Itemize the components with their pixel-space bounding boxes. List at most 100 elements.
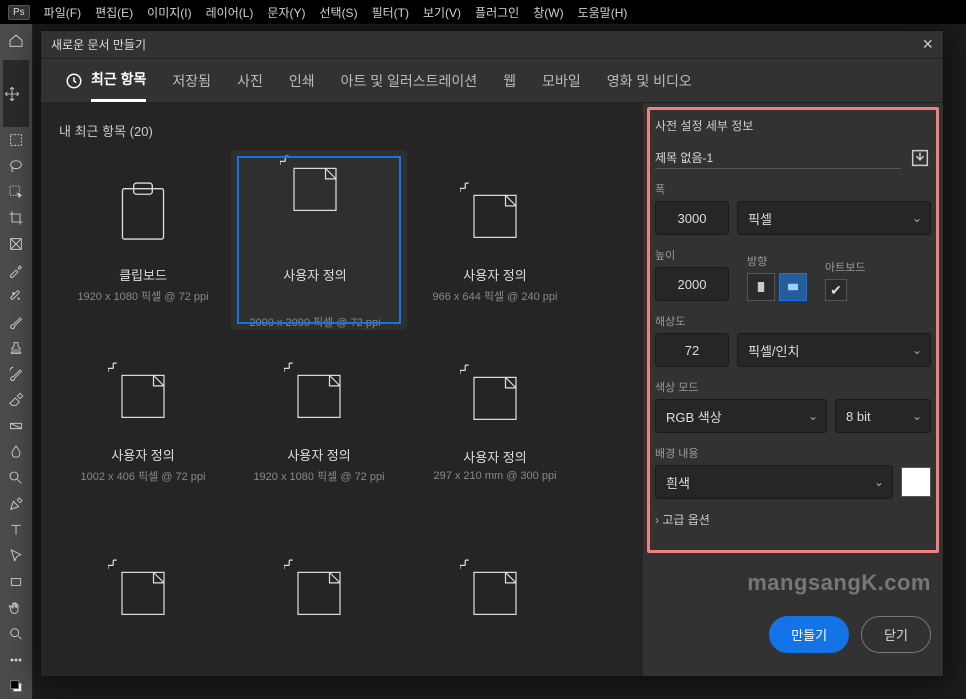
heal-tool[interactable] [3, 283, 29, 309]
close-button[interactable]: 닫기 [861, 616, 931, 653]
recent-heading: 내 최근 항목 (20) [59, 121, 629, 140]
preset-card[interactable]: 사용자 정의297 x 210 mm @ 300 ppi [407, 330, 583, 510]
menu-filter[interactable]: 필터(T) [372, 4, 409, 21]
tab-print[interactable]: 인쇄 [289, 61, 315, 101]
marquee-tool[interactable] [3, 127, 29, 153]
document-name-field[interactable] [655, 146, 901, 169]
frame-tool[interactable] [3, 231, 29, 257]
document-icon [280, 150, 350, 220]
app-menubar: Ps 파일(F) 편집(E) 이미지(I) 레이어(L) 문자(Y) 선택(S)… [0, 0, 966, 24]
preset-card[interactable] [231, 510, 407, 676]
tab-recent[interactable]: 최근 항목 [91, 59, 146, 102]
tab-film[interactable]: 영화 및 비디오 [607, 61, 692, 101]
preset-name: 사용자 정의 [287, 445, 350, 464]
advanced-options-toggle[interactable]: 고급 옵션 [655, 511, 931, 528]
lasso-tool[interactable] [3, 153, 29, 179]
menu-type[interactable]: 문자(Y) [267, 4, 305, 21]
orientation-portrait[interactable] [747, 273, 775, 301]
menu-layer[interactable]: 레이어(L) [206, 4, 254, 21]
preset-meta: 1920 x 1080 픽셀 @ 72 ppi [77, 288, 208, 304]
menu-window[interactable]: 창(W) [533, 4, 563, 21]
menu-plugin[interactable]: 플러그인 [475, 4, 519, 21]
document-icon [460, 554, 530, 624]
preset-card[interactable]: 사용자 정의1920 x 1080 픽셀 @ 72 ppi [231, 330, 407, 510]
bit-depth-select[interactable]: 8 bit⌄ [835, 399, 931, 433]
preset-name: 사용자 정의 [283, 265, 346, 284]
preset-card[interactable]: 사용자 정의966 x 644 픽셀 @ 240 ppi [407, 150, 583, 330]
type-tool[interactable] [3, 517, 29, 543]
category-tabs: 최근 항목 저장됨 사진 인쇄 아트 및 일러스트레이션 웹 모바일 영화 및 … [41, 59, 943, 103]
document-icon [460, 359, 530, 429]
preset-card[interactable] [55, 510, 231, 676]
tab-web[interactable]: 웹 [503, 61, 516, 101]
home-icon[interactable] [3, 28, 29, 54]
pen-tool[interactable] [3, 491, 29, 517]
width-label: 폭 [655, 181, 931, 197]
zoom-tool[interactable] [3, 621, 29, 647]
crop-tool[interactable] [3, 205, 29, 231]
width-field[interactable] [655, 201, 729, 235]
artboard-checkbox[interactable]: ✔ [825, 279, 847, 301]
eyedropper-tool[interactable] [3, 257, 29, 283]
tab-saved[interactable]: 저장됨 [172, 61, 211, 101]
preset-meta: 1002 x 406 픽셀 @ 72 ppi [81, 468, 206, 484]
hand-tool[interactable] [3, 595, 29, 621]
preset-card[interactable]: 클립보드 1920 x 1080 픽셀 @ 72 ppi [55, 150, 231, 330]
history-brush-tool[interactable] [3, 361, 29, 387]
preset-name: 사용자 정의 [463, 447, 526, 466]
menu-image[interactable]: 이미지(I) [147, 4, 191, 21]
blur-tool[interactable] [3, 439, 29, 465]
save-preset-icon[interactable] [909, 147, 931, 169]
color-mode-select[interactable]: RGB 색상⌄ [655, 399, 827, 433]
create-button[interactable]: 만들기 [769, 616, 849, 653]
orientation-landscape[interactable] [779, 273, 807, 301]
height-label: 높이 [655, 247, 729, 263]
menu-select[interactable]: 선택(S) [319, 4, 357, 21]
preset-card[interactable] [407, 510, 583, 676]
object-select-tool[interactable] [3, 179, 29, 205]
preset-name: 사용자 정의 [463, 265, 526, 284]
resolution-field[interactable] [655, 333, 729, 367]
more-tool[interactable] [3, 647, 29, 673]
preset-card[interactable]: 사용자 정의2000 x 2000 픽셀 @ 72 ppi [231, 150, 407, 330]
chevron-down-icon: ⌄ [912, 211, 922, 225]
artboard-label: 아트보드 [825, 259, 865, 275]
dialog-title: 새로운 문서 만들기 [51, 36, 146, 53]
resolution-unit-select[interactable]: 픽셀/인치⌄ [737, 333, 931, 367]
color-swatch[interactable] [3, 673, 29, 699]
presets-panel: 내 최근 항목 (20) 클립보드 1920 x 1080 픽셀 @ 72 ppi… [41, 103, 643, 676]
dodge-tool[interactable] [3, 465, 29, 491]
orientation-label: 방향 [747, 253, 807, 269]
brush-tool[interactable] [3, 309, 29, 335]
path-select-tool[interactable] [3, 543, 29, 569]
menu-view[interactable]: 보기(V) [423, 4, 461, 21]
color-mode-label: 색상 모드 [655, 379, 931, 395]
recent-icon [65, 72, 83, 90]
chevron-down-icon: ⌄ [874, 475, 884, 489]
tab-mobile[interactable]: 모바일 [542, 61, 581, 101]
height-field[interactable] [655, 267, 729, 301]
details-heading: 사전 설정 세부 정보 [655, 117, 931, 134]
menu-help[interactable]: 도움말(H) [578, 4, 628, 21]
eraser-tool[interactable] [3, 387, 29, 413]
watermark: mangsangK.com [655, 570, 931, 596]
preset-name: 사용자 정의 [111, 445, 174, 464]
tab-photo[interactable]: 사진 [237, 61, 263, 101]
gradient-tool[interactable] [3, 413, 29, 439]
menu-file[interactable]: 파일(F) [44, 4, 81, 21]
tab-art[interactable]: 아트 및 일러스트레이션 [341, 61, 478, 101]
app-logo: Ps [8, 5, 30, 20]
width-unit-select[interactable]: 픽셀⌄ [737, 201, 931, 235]
menu-edit[interactable]: 편집(E) [95, 4, 133, 21]
preset-card[interactable]: 사용자 정의 1002 x 406 픽셀 @ 72 ppi [55, 330, 231, 510]
preset-name: 클립보드 [119, 265, 167, 284]
move-tool[interactable] [3, 60, 29, 127]
close-icon[interactable]: × [922, 34, 933, 55]
document-icon [108, 357, 178, 427]
background-swatch[interactable] [901, 467, 931, 497]
shape-tool[interactable] [3, 569, 29, 595]
stamp-tool[interactable] [3, 335, 29, 361]
background-label: 배경 내용 [655, 445, 931, 461]
background-select[interactable]: 흰색⌄ [655, 465, 893, 499]
tool-column [0, 24, 33, 699]
